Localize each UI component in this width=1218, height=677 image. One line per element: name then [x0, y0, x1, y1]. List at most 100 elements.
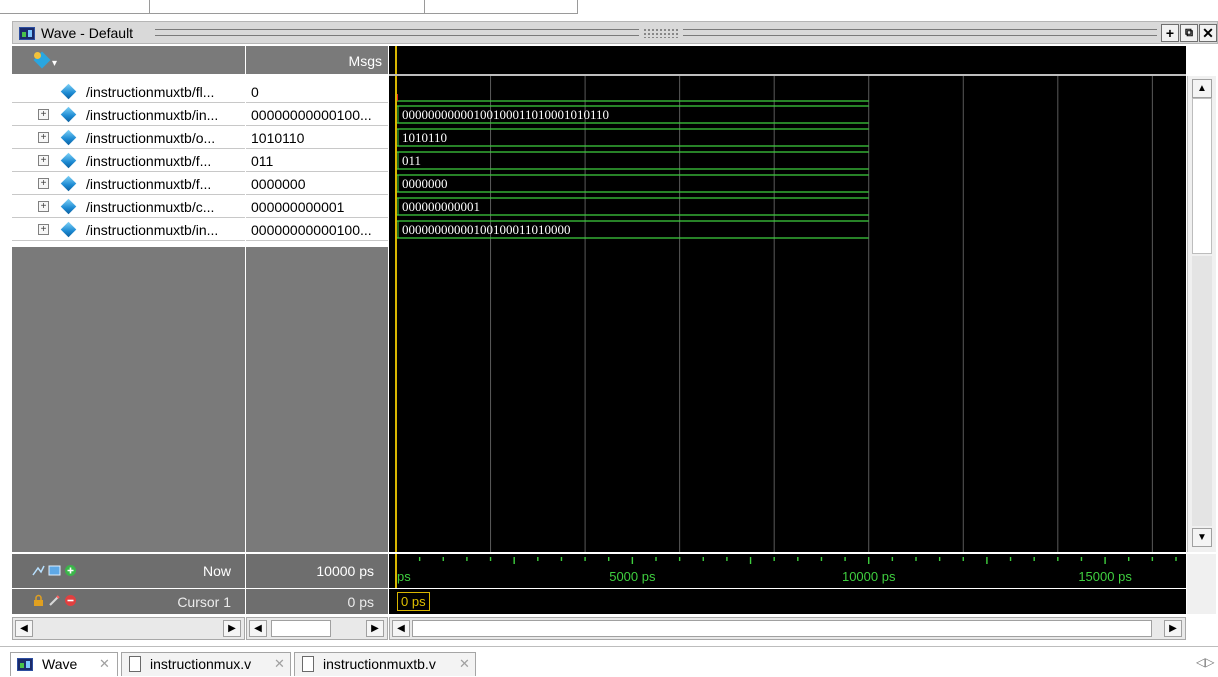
ruler-label: 15000 ps	[1078, 569, 1132, 584]
names-header: ▾	[12, 46, 245, 74]
tab-label: instructionmux.v	[150, 656, 252, 672]
scroll-thumb[interactable]	[412, 620, 1152, 637]
signal-value: 0	[251, 84, 259, 100]
close-tab-icon[interactable]: ✕	[459, 656, 470, 672]
signal-tool-icon[interactable]: ▾	[33, 51, 57, 69]
tab-scroll-icon[interactable]: ◁▷	[1196, 655, 1214, 673]
wave-window: Wave - Default + ⧉ ✕ ▾ Msgs /instruction…	[0, 0, 1218, 677]
time-ruler[interactable]: ps 5000 ps 10000 ps 15000 ps	[389, 554, 1186, 588]
signal-row[interactable]: + /instructionmuxtb/in...	[12, 218, 245, 241]
signal-name: /instructionmuxtb/f...	[86, 176, 212, 192]
cursor-time-box[interactable]: 0 ps	[397, 592, 430, 611]
remove-cursor-icon[interactable]	[64, 594, 77, 607]
cursor-toolbar-icons	[32, 594, 92, 610]
tab-instructionmux[interactable]: instructionmux.v ✕	[121, 652, 291, 676]
signal-values-panel: 0 00000000000100... 1010110 011 0000000 00000…	[246, 76, 388, 552]
zoom-icon[interactable]	[32, 564, 45, 577]
scroll-track[interactable]	[1192, 256, 1212, 526]
close-tab-icon[interactable]: ✕	[99, 656, 110, 672]
scroll-left-button[interactable]: ◀	[15, 620, 33, 637]
signal-row[interactable]: + /instructionmuxtb/o...	[12, 126, 245, 149]
window-titlebar: Wave - Default + ⧉ ✕	[12, 21, 1218, 44]
wave-hscrollbar[interactable]: ◀ ▶	[389, 617, 1186, 640]
expand-icon[interactable]: +	[38, 109, 49, 120]
signal-name: /instructionmuxtb/o...	[86, 130, 216, 146]
tab-instructionmuxtb[interactable]: instructionmuxtb.v ✕	[294, 652, 476, 676]
now-value: 10000 ps	[316, 563, 374, 579]
lock-icon[interactable]	[32, 594, 45, 607]
signal-row[interactable]: /instructionmuxtb/fl...	[12, 80, 245, 103]
expand-icon[interactable]: +	[38, 201, 49, 212]
drag-grip-icon[interactable]	[643, 28, 679, 38]
scroll-left-button[interactable]: ◀	[392, 620, 410, 637]
cursor-label: Cursor 1	[177, 594, 231, 610]
scroll-thumb[interactable]	[271, 620, 331, 637]
tab-wave[interactable]: Wave ✕	[10, 652, 118, 676]
ruler-label: 10000 ps	[842, 569, 896, 584]
waveform-area[interactable]: 00000000000100100011010001010110 1010110 0…	[389, 76, 1186, 552]
wave-trace: 011	[396, 151, 869, 170]
scroll-up-button[interactable]: ▲	[1192, 79, 1212, 98]
column-divider[interactable]	[0, 0, 150, 14]
document-icon	[129, 656, 141, 672]
scroll-thumb[interactable]	[1192, 98, 1212, 254]
bus-value-text: 0000000	[402, 176, 448, 191]
value-row[interactable]: 011	[246, 149, 388, 172]
value-row[interactable]: 0000000	[246, 172, 388, 195]
value-row[interactable]: 00000000000100...	[246, 218, 388, 241]
values-hscrollbar[interactable]: ◀ ▶	[246, 617, 388, 640]
wave-window-icon	[19, 27, 35, 40]
bus-value-text: 00000000000100100011010001010110	[402, 107, 609, 122]
value-row[interactable]: 00000000000100...	[246, 103, 388, 126]
vertical-scrollbar[interactable]: ▲ ▼	[1187, 76, 1216, 552]
signal-diamond-icon	[60, 83, 77, 100]
scroll-right-button[interactable]: ▶	[223, 620, 241, 637]
signal-row[interactable]: + /instructionmuxtb/f...	[12, 149, 245, 172]
signal-row[interactable]: + /instructionmuxtb/f...	[12, 172, 245, 195]
expand-icon[interactable]: +	[38, 224, 49, 235]
bus-value-text: 011	[402, 153, 421, 168]
signal-value: 1010110	[251, 130, 305, 146]
column-divider[interactable]	[150, 0, 425, 14]
window-icon[interactable]	[48, 564, 61, 577]
close-tab-icon[interactable]: ✕	[274, 656, 285, 672]
signal-value: 0000000	[251, 176, 306, 192]
now-value-cell: 10000 ps	[246, 554, 388, 588]
edit-cursor-icon[interactable]	[48, 594, 61, 607]
window-title: Wave - Default	[41, 25, 134, 41]
wave-trace: 000000000001	[396, 197, 869, 216]
wave-window-icon	[17, 658, 33, 671]
scroll-right-button[interactable]: ▶	[1164, 620, 1182, 637]
scroll-right-button[interactable]: ▶	[366, 620, 384, 637]
close-window-button[interactable]: ✕	[1199, 24, 1217, 42]
signal-name: /instructionmuxtb/in...	[86, 222, 219, 238]
names-hscrollbar[interactable]: ◀ ▶	[12, 617, 245, 640]
signal-diamond-icon	[60, 129, 77, 146]
expand-icon[interactable]: +	[38, 155, 49, 166]
signal-diamond-icon	[60, 152, 77, 169]
undock-button[interactable]: ⧉	[1180, 24, 1198, 42]
cursor-bar[interactable]: 0 ps	[389, 589, 1186, 614]
expand-icon[interactable]: +	[38, 132, 49, 143]
signal-value: 000000000001	[251, 199, 345, 215]
value-row[interactable]: 1010110	[246, 126, 388, 149]
signal-row[interactable]: + /instructionmuxtb/in...	[12, 103, 245, 126]
signal-row[interactable]: + /instructionmuxtb/c...	[12, 195, 245, 218]
signal-name: /instructionmuxtb/fl...	[86, 84, 215, 100]
value-row[interactable]: 0	[246, 80, 388, 103]
add-pane-button[interactable]: +	[1161, 24, 1179, 42]
tab-label: instructionmuxtb.v	[323, 656, 436, 672]
value-row[interactable]: 000000000001	[246, 195, 388, 218]
add-icon[interactable]	[64, 564, 77, 577]
expand-icon[interactable]: +	[38, 178, 49, 189]
scroll-down-button[interactable]: ▼	[1192, 528, 1212, 547]
scroll-left-button[interactable]: ◀	[249, 620, 267, 637]
signal-diamond-icon	[60, 175, 77, 192]
signal-value: 011	[251, 153, 274, 169]
wave-trace: 1010110	[396, 128, 869, 147]
titlebar-rule	[683, 29, 1157, 36]
signal-name: /instructionmuxtb/c...	[86, 199, 215, 215]
column-divider[interactable]	[425, 0, 578, 14]
cursor-value-cell: 0 ps	[246, 589, 388, 614]
tab-label: Wave	[42, 656, 78, 672]
